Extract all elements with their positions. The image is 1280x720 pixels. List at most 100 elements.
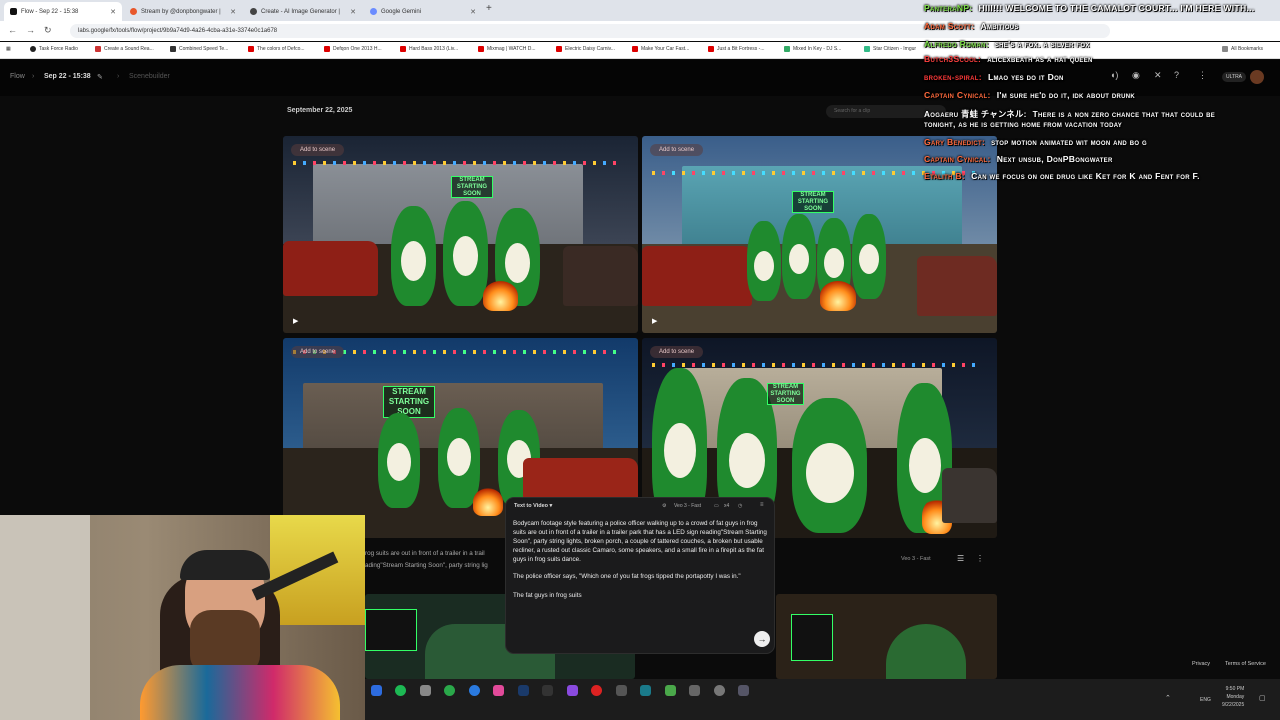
reload-icon[interactable]: ↻	[44, 25, 52, 36]
list-icon[interactable]: ☰	[957, 554, 964, 563]
app-icon[interactable]	[567, 685, 578, 696]
discord-icon[interactable]: ◉	[1132, 70, 1140, 81]
close-tab-icon[interactable]: ✕	[350, 8, 356, 16]
chat-message: broken-spiral: Lmao yes do it Don	[924, 72, 1064, 82]
add-to-scene-button[interactable]: Add to scene	[650, 346, 704, 358]
app-icon[interactable]	[420, 685, 431, 696]
language-indicator[interactable]: ENG	[1200, 697, 1211, 703]
bookmark-item[interactable]: Mixmag | WATCH D...	[478, 46, 536, 52]
date-heading: September 22, 2025	[287, 107, 353, 114]
bookmark-item[interactable]: Task Force Radio	[30, 46, 78, 52]
more-menu-icon[interactable]: ⋮	[1198, 70, 1207, 81]
app-icon[interactable]	[616, 685, 627, 696]
x-icon[interactable]: ✕	[1154, 70, 1162, 81]
adjust-icon[interactable]: ≡	[760, 502, 764, 508]
clip-caption: rog suits are out in front of a trailer …	[365, 550, 488, 569]
all-bookmarks[interactable]: All Bookmarks	[1222, 46, 1263, 52]
bookmark-item[interactable]: Combined Speed Te...	[170, 46, 228, 52]
edge-icon[interactable]	[469, 685, 480, 696]
led-sign: STREAM STARTING SOON	[792, 191, 834, 213]
spotify-icon[interactable]	[395, 685, 406, 696]
close-tab-icon[interactable]: ✕	[230, 8, 236, 16]
timer-icon[interactable]: ◷	[738, 503, 742, 509]
start-icon[interactable]	[371, 685, 382, 696]
close-tab-icon[interactable]: ✕	[470, 8, 476, 16]
chat-message: Butch3Scool: alicexbeath as a hat queen	[924, 54, 1093, 64]
send-button[interactable]: →	[754, 631, 770, 647]
notifications-icon[interactable]: ▢	[1259, 694, 1266, 702]
chat-message: Captain Cynical: Next unsub, DonPBongwate…	[924, 154, 1113, 164]
bookmark-item[interactable]: Defqon One 2013 H...	[324, 46, 382, 52]
model-selector[interactable]: Veo 3 - Fast	[674, 503, 701, 509]
video-clip-tile[interactable]	[776, 594, 997, 679]
chevron-right-icon: ›	[32, 73, 35, 80]
bookmark-item[interactable]: Hard Bass 2013 (Liv...	[400, 46, 458, 52]
flow-icon	[10, 8, 17, 15]
apps-icon[interactable]: ▦	[6, 46, 11, 52]
edit-icon[interactable]: ✎	[97, 73, 103, 81]
bookmark-item[interactable]: Star Citizen - Imgur	[864, 46, 916, 52]
plan-badge: ULTRA	[1222, 72, 1247, 82]
settings-icon[interactable]: ⚙	[662, 503, 666, 509]
more-options-icon[interactable]: ⋮	[976, 554, 984, 563]
back-icon[interactable]: ←	[8, 25, 17, 35]
chat-message: PanteraNP: HIII!!! WELCOME TO THE CAMALOT…	[924, 3, 1255, 13]
app-icon[interactable]	[738, 685, 749, 696]
bookmark-item[interactable]: Electric Daisy Carniv...	[556, 46, 615, 52]
add-to-scene-button[interactable]: Add to scene	[291, 346, 345, 358]
project-title[interactable]: Sep 22 - 15:38	[44, 73, 91, 80]
add-to-scene-button[interactable]: Add to scene	[291, 144, 345, 156]
chat-message: Etalith B: Can we focus on one drug like …	[924, 171, 1200, 181]
play-icon[interactable]: ▶	[652, 317, 657, 325]
clip-model-label: Veo 3 - Fast	[901, 556, 931, 562]
chat-message: Alfredo Roman: she's a fox. a silver fox	[924, 39, 1090, 49]
chat-message: Adam Scott: Ambitious	[924, 21, 1019, 31]
tab-scenebuilder[interactable]: Scenebuilder	[129, 73, 170, 80]
terms-link[interactable]: Terms of Service	[1225, 661, 1266, 667]
chat-message: tonight, as he is getting home from vaca…	[924, 119, 1123, 129]
avatar[interactable]	[1250, 70, 1264, 84]
forward-icon[interactable]: →	[26, 25, 35, 35]
brand-link[interactable]: Flow	[10, 73, 25, 80]
app-icon[interactable]	[689, 685, 700, 696]
led-sign	[365, 609, 417, 651]
privacy-link[interactable]: Privacy	[1192, 661, 1210, 667]
tab-create[interactable]: Create - AI Image Generator | ✕	[244, 2, 362, 21]
clock[interactable]: 9:50 PM Monday 9/22/2025	[1222, 685, 1244, 709]
app-icon[interactable]	[665, 685, 676, 696]
bookmark-item[interactable]: The colors of Defco...	[248, 46, 305, 52]
prompt-textarea[interactable]: Bodycam footage style featuring a police…	[513, 519, 769, 600]
tray-chevron-icon[interactable]: ⌃	[1165, 694, 1171, 702]
audio-icon[interactable]: ◖)	[1110, 70, 1118, 80]
bookmark-item[interactable]: Create a Sound Rea...	[95, 46, 154, 52]
app-icon[interactable]	[518, 685, 529, 696]
bookmark-item[interactable]: Just a Bit Fortress -...	[708, 46, 765, 52]
new-tab-button[interactable]: +	[486, 3, 492, 14]
add-to-scene-button[interactable]: Add to scene	[650, 144, 704, 156]
play-icon[interactable]: ▶	[293, 317, 298, 325]
app-icon[interactable]	[591, 685, 602, 696]
mode-dropdown[interactable]: Text to Video ▾	[514, 503, 552, 509]
video-clip-tile[interactable]: STREAM STARTING SOON Add to scene ▶	[642, 136, 997, 333]
led-sign: STREAM STARTING SOON	[451, 176, 493, 198]
output-count[interactable]: x4	[724, 503, 729, 509]
chevron-right-icon: ›	[117, 73, 120, 80]
tab-flow[interactable]: Flow - Sep 22 - 15:38 ✕	[4, 2, 122, 21]
aspect-icon[interactable]: ▭	[714, 503, 719, 509]
stream-icon	[130, 8, 137, 15]
bookmark-item[interactable]: Make Your Car Fast...	[632, 46, 689, 52]
led-sign	[791, 614, 833, 661]
tab-gemini[interactable]: Google Gemini ✕	[364, 2, 482, 21]
led-sign: STREAM STARTING SOON	[767, 383, 804, 405]
tab-stream[interactable]: Stream by @donpbongwater | ✕	[124, 2, 242, 21]
app-icon[interactable]	[640, 685, 651, 696]
help-icon[interactable]: ?	[1174, 70, 1179, 80]
app-icon[interactable]	[493, 685, 504, 696]
video-clip-tile[interactable]: STREAM STARTING SOON Add to scene ▶	[283, 136, 638, 333]
app-icon[interactable]	[542, 685, 553, 696]
browser-icon[interactable]	[444, 685, 455, 696]
close-tab-icon[interactable]: ✕	[110, 8, 116, 16]
bookmark-item[interactable]: Mixed In Key - DJ S...	[784, 46, 841, 52]
prompt-panel: Text to Video ▾ ⚙ Veo 3 - Fast ▭ x4 ◷ ≡ …	[505, 497, 775, 654]
settings-app-icon[interactable]	[714, 685, 725, 696]
